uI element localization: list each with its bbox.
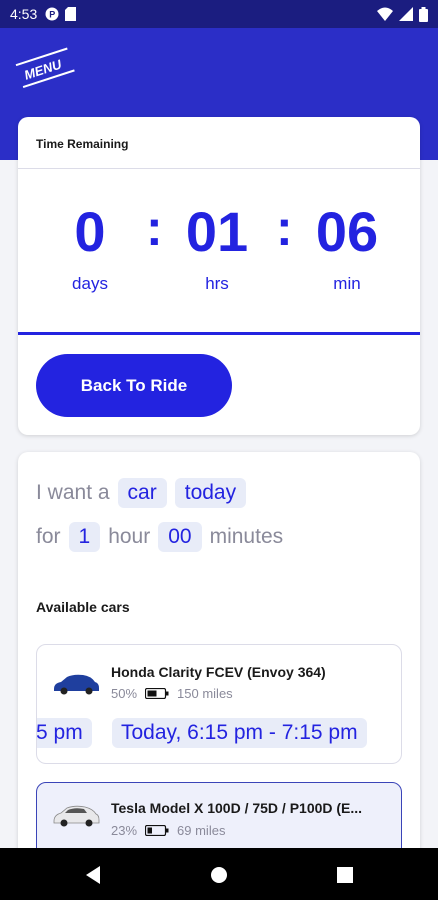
sentence-prefix: I want a [36, 481, 110, 504]
minutes-selector[interactable]: 00 [158, 522, 202, 552]
minutes-value: 06 [315, 200, 379, 263]
battery-icon [145, 688, 169, 699]
vehicle-type-selector[interactable]: car [117, 478, 167, 508]
car-image [54, 674, 99, 695]
time-remaining-title: Time Remaining [18, 117, 420, 169]
car-meta: 23% 69 miles [111, 823, 225, 838]
battery-icon [145, 825, 169, 836]
hours-selector[interactable]: 1 [68, 522, 101, 552]
separator-colon: : [276, 200, 293, 256]
car-name: Honda Clarity FCEV (Envoy 364) [111, 664, 326, 680]
car-meta: 50% 150 miles [111, 686, 233, 701]
sentence-prefix: for [36, 525, 61, 548]
menu-icon[interactable]: MENU [14, 46, 78, 88]
days-label: days [72, 274, 108, 293]
minutes-label: minutes [209, 525, 284, 548]
recents-icon[interactable] [334, 864, 356, 886]
sd-card-icon [65, 7, 77, 21]
minutes-label: min [333, 274, 361, 293]
status-time: 4:53 [10, 6, 38, 22]
system-navigation-bar [0, 848, 438, 900]
svg-text:P: P [49, 10, 55, 20]
car-range: 69 miles [177, 823, 226, 838]
time-slot-chip[interactable]: Today, 6:15 pm - 7:15 pm [112, 718, 367, 748]
signal-icon [399, 7, 413, 21]
car-list-item[interactable]: Honda Clarity FCEV (Envoy 364) 50% 150 m… [36, 644, 402, 764]
wifi-icon [377, 7, 393, 21]
separator-colon: : [146, 200, 163, 256]
app-notification-icon: P [45, 7, 59, 21]
back-icon[interactable] [82, 864, 104, 886]
back-to-ride-button[interactable]: Back To Ride [36, 354, 232, 417]
booking-card: I want a car today for 1 hour 00 minutes… [18, 452, 420, 872]
battery-status-icon [419, 6, 428, 22]
timer-divider [18, 332, 420, 335]
time-slot-scroller[interactable]: 5 pm Today, 6:15 pm - 7:15 pm [37, 715, 401, 751]
time-remaining-card: Time Remaining 0 : 01 : 06 days hrs min … [18, 117, 420, 435]
booking-sentence-line1: I want a car today [36, 478, 254, 508]
booking-sentence-line2: for 1 hour 00 minutes [36, 522, 291, 552]
date-selector[interactable]: today [174, 478, 247, 508]
car-charge: 50% [111, 686, 138, 701]
hours-value: 01 [185, 200, 249, 263]
time-slot-chip[interactable]: 5 pm [37, 718, 92, 748]
car-range: 150 miles [177, 686, 233, 701]
countdown: 0 : 01 : 06 days hrs min [18, 169, 420, 329]
car-charge: 23% [111, 823, 138, 838]
status-bar: 4:53 P [0, 0, 438, 28]
hours-label: hrs [205, 274, 229, 293]
car-image [53, 805, 100, 827]
hour-label: hour [108, 525, 151, 548]
home-icon[interactable] [208, 864, 230, 886]
days-value: 0 [74, 200, 106, 263]
car-name: Tesla Model X 100D / 75D / P100D (E... [111, 800, 363, 816]
available-cars-heading: Available cars [36, 599, 130, 615]
